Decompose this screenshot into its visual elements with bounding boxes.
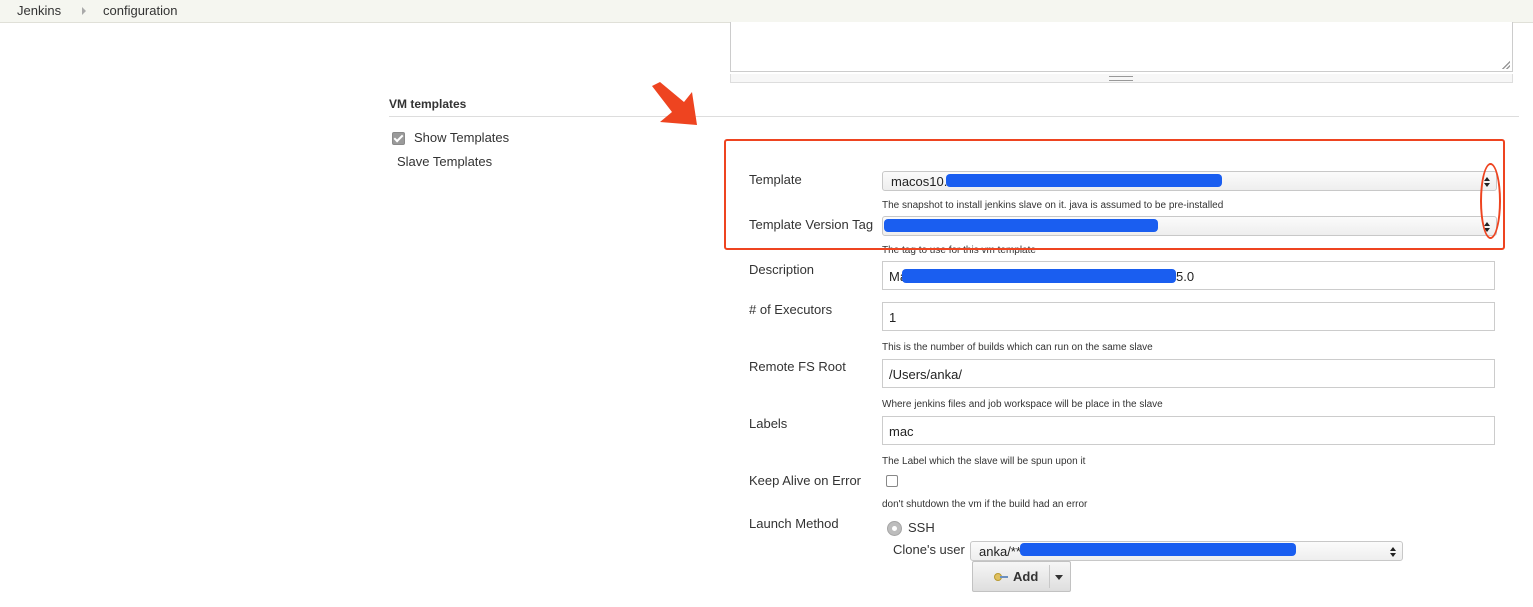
clone-user-label: Clone's user xyxy=(893,542,965,557)
keep-alive-label: Keep Alive on Error xyxy=(749,473,862,488)
labels-help: The Label which the slave will be spun u… xyxy=(882,456,1086,467)
redaction-mark xyxy=(1020,543,1296,556)
section-divider xyxy=(389,116,1519,117)
select-arrows-icon xyxy=(1390,547,1397,557)
executors-input[interactable]: 1 xyxy=(882,302,1495,331)
caret-down-icon[interactable] xyxy=(1055,575,1063,580)
description-value-suffix: 5.0 xyxy=(1176,269,1195,284)
add-credentials-button[interactable]: Add xyxy=(972,561,1071,592)
textarea-resize-grip[interactable] xyxy=(730,74,1513,83)
remote-fs-root-label: Remote FS Root xyxy=(749,359,846,374)
remote-fs-root-input[interactable]: /Users/anka/ xyxy=(882,359,1495,388)
description-label: Description xyxy=(749,262,815,277)
grip-icon xyxy=(1109,76,1133,81)
ssh-radio[interactable] xyxy=(887,521,902,536)
breadcrumb-jenkins[interactable]: Jenkins xyxy=(17,3,61,18)
remote-fs-root-help: Where jenkins files and job workspace wi… xyxy=(882,399,1163,410)
show-templates-checkbox[interactable] xyxy=(392,132,405,145)
redaction-mark xyxy=(902,269,1176,283)
highlight-rectangle xyxy=(724,139,1505,250)
add-button-label: Add xyxy=(1013,569,1039,584)
clone-user-value: anka/** xyxy=(979,544,1021,559)
labels-label: Labels xyxy=(749,416,788,431)
labels-input[interactable]: mac xyxy=(882,416,1495,445)
show-templates-label: Show Templates xyxy=(414,130,510,145)
breadcrumb: Jenkins configuration xyxy=(0,0,1533,23)
slave-templates-label: Slave Templates xyxy=(397,154,493,169)
chevron-right-icon xyxy=(82,7,86,15)
section-title: VM templates xyxy=(389,97,467,111)
highlight-oval xyxy=(1480,163,1501,239)
textarea-field[interactable] xyxy=(730,22,1513,72)
arrow-annotation xyxy=(652,82,697,125)
executors-help: This is the number of builds which can r… xyxy=(882,342,1153,353)
keep-alive-checkbox[interactable] xyxy=(886,475,898,487)
executors-label: # of Executors xyxy=(749,302,833,317)
launch-method-label: Launch Method xyxy=(749,516,839,531)
keep-alive-help: don't shutdown the vm if the build had a… xyxy=(882,499,1088,510)
ssh-option-label: SSH xyxy=(908,520,935,535)
resize-handle-icon[interactable] xyxy=(1502,61,1510,69)
button-divider xyxy=(1049,565,1050,588)
breadcrumb-configuration[interactable]: configuration xyxy=(103,3,177,18)
key-icon xyxy=(994,573,1008,581)
